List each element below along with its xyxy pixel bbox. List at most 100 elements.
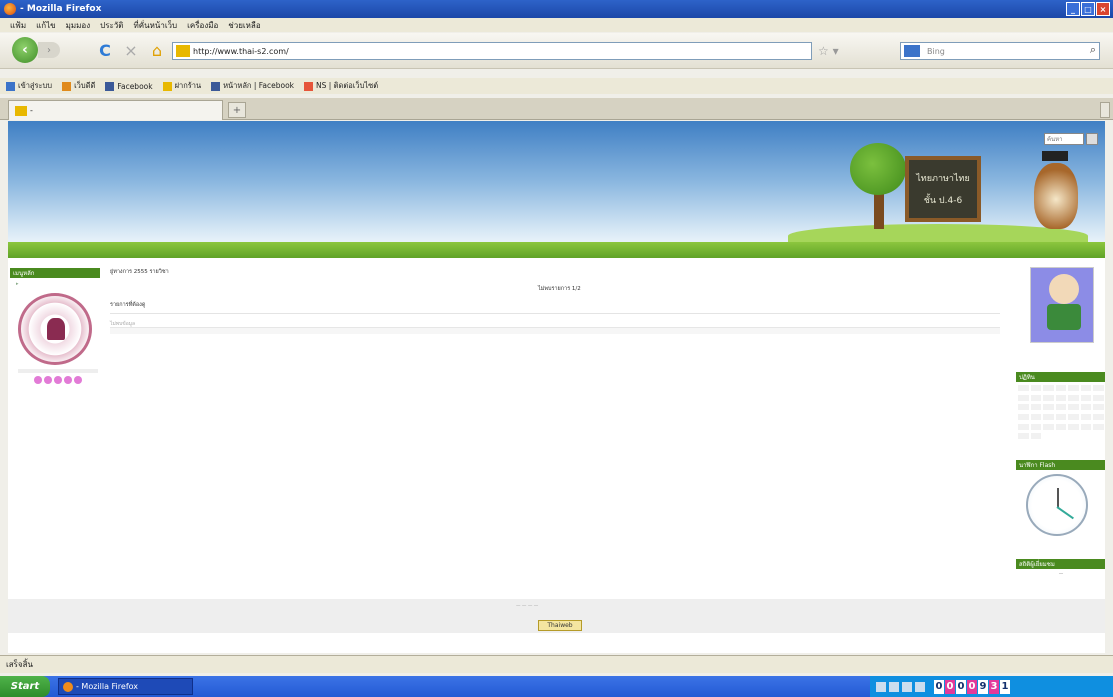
new-tab-button[interactable]: + bbox=[228, 102, 246, 118]
bookmark-item[interactable]: หน้าหลัก | Facebook bbox=[211, 80, 294, 92]
status-bar: เสร็จสิ้น bbox=[0, 655, 1113, 673]
firefox-icon bbox=[63, 681, 73, 692]
menu-view[interactable]: มุมมอง bbox=[66, 19, 91, 32]
bookmarks-toolbar: เข้าสู่ระบบ เว็บดีดี Facebook ฝากร้าน หน… bbox=[0, 78, 1113, 94]
seal-caption bbox=[18, 369, 98, 373]
analog-clock bbox=[1026, 474, 1088, 536]
board-line2: ชั้น ป.4-6 bbox=[923, 196, 963, 206]
menu-file[interactable]: แฟ้ม bbox=[10, 19, 26, 32]
content-divider bbox=[110, 313, 1000, 314]
menu-history[interactable]: ประวัติ bbox=[100, 19, 123, 32]
site-favicon bbox=[176, 45, 190, 57]
school-seal-logo bbox=[18, 293, 92, 365]
clock-digit: 0 bbox=[967, 679, 977, 694]
tree-illustration bbox=[850, 143, 906, 229]
status-text: เสร็จสิ้น bbox=[6, 660, 33, 669]
home-icon[interactable]: ⌂ bbox=[148, 41, 166, 60]
footer-badge[interactable]: Thaiweb bbox=[538, 620, 582, 631]
menu-edit[interactable]: แก้ไข bbox=[36, 19, 56, 32]
reload-icon[interactable]: C bbox=[96, 41, 114, 60]
minimize-button[interactable]: _ bbox=[1066, 2, 1080, 16]
url-text: http://www.thai-s2.com/ bbox=[193, 46, 289, 56]
tab-strip: - + bbox=[0, 98, 1113, 120]
facebook-icon bbox=[105, 81, 115, 91]
clock-digit: 9 bbox=[978, 679, 988, 694]
taskbar-firefox-window[interactable]: - Mozilla Firefox bbox=[58, 678, 193, 695]
visitor-counter-header: สถิติผู้เยี่ยมชม bbox=[1016, 559, 1105, 569]
page-footer: — — — — Thaiweb bbox=[8, 599, 1105, 633]
back-button[interactable]: ‹ bbox=[12, 37, 38, 63]
tray-icon[interactable] bbox=[902, 681, 912, 692]
tab-scroll-button[interactable] bbox=[1100, 102, 1110, 118]
window-titlebar: - Mozilla Firefox _ □ × bbox=[0, 0, 1113, 18]
bookmark-star-icon[interactable]: ☆ ▾ bbox=[818, 44, 839, 58]
firefox-icon bbox=[4, 3, 16, 15]
content-notice: ไม่พบรายการ 1/2 bbox=[538, 286, 581, 292]
avatar-caption bbox=[1024, 346, 1102, 354]
tray-icon[interactable] bbox=[889, 681, 899, 692]
clock-minute-hand bbox=[1056, 506, 1074, 520]
owl-illustration bbox=[1026, 151, 1086, 233]
window-title: - Mozilla Firefox bbox=[20, 4, 102, 14]
banner-grass bbox=[8, 242, 1105, 258]
bookmark-item[interactable]: NS | ติดต่อเว็บไซต์ bbox=[304, 80, 378, 92]
clock-header: นาฬิกา Flash bbox=[1016, 460, 1105, 470]
clock-digit: 0 bbox=[934, 679, 944, 694]
search-bar[interactable]: Bing ⌕ bbox=[900, 42, 1100, 60]
bookmark-item[interactable]: Facebook bbox=[105, 81, 153, 91]
clock-digit: 3 bbox=[989, 679, 999, 694]
menu-bookmarks[interactable]: ที่คั่นหน้าเว็บ bbox=[133, 19, 177, 32]
navigation-toolbar: ‹ › C × ⌂ http://www.thai-s2.com/ ☆ ▾ Bi… bbox=[0, 33, 1113, 69]
clock-digit: 0 bbox=[945, 679, 955, 694]
system-tray: 0 0 0 0 9 3 1 bbox=[870, 676, 1113, 697]
site-search-button[interactable] bbox=[1086, 133, 1098, 145]
left-menu-link[interactable]: ▸ bbox=[16, 281, 96, 287]
tray-icon[interactable] bbox=[876, 681, 886, 692]
left-menu-header: เมนูหลัก bbox=[10, 268, 100, 278]
bookmark-icon bbox=[162, 81, 172, 91]
clock-digit: 0 bbox=[956, 679, 966, 694]
tab-favicon bbox=[15, 105, 27, 116]
menu-help[interactable]: ช่วยเหลือ bbox=[228, 19, 260, 32]
bookmark-item[interactable]: เข้าสู่ระบบ bbox=[6, 80, 52, 92]
search-engine-icon[interactable] bbox=[904, 45, 920, 57]
page-viewport: ไทยภาษาไทย ชั้น ป.4-6 ค้นหา เมนูหลัก ▸ ย… bbox=[8, 121, 1105, 653]
chalkboard-illustration: ไทยภาษาไทย ชั้น ป.4-6 bbox=[905, 156, 981, 222]
content-heading: ยู่ทางการ 2555 รายวิชา bbox=[110, 269, 169, 275]
maximize-button[interactable]: □ bbox=[1081, 2, 1095, 16]
forward-button[interactable]: › bbox=[38, 42, 60, 58]
menu-tools[interactable]: เครื่องมือ bbox=[187, 19, 218, 32]
search-placeholder: Bing bbox=[927, 46, 945, 56]
bookmark-icon bbox=[304, 81, 314, 91]
visitor-counter-text: — bbox=[1058, 572, 1064, 577]
tray-icon[interactable] bbox=[915, 681, 925, 692]
calendar-header: ปฏิทิน bbox=[1016, 372, 1105, 382]
site-banner: ไทยภาษาไทย ชั้น ป.4-6 ค้นหา bbox=[8, 121, 1105, 258]
start-button[interactable]: Start bbox=[0, 676, 50, 697]
clock-digit: 1 bbox=[1000, 679, 1010, 694]
calendar-grid bbox=[1018, 385, 1104, 441]
bookmark-item[interactable]: ฝากร้าน bbox=[162, 80, 201, 92]
content-subheading: รายการที่ต้องดู bbox=[110, 302, 146, 308]
tab-label: - bbox=[30, 106, 33, 115]
url-bar[interactable]: http://www.thai-s2.com/ bbox=[172, 42, 812, 60]
facebook-icon bbox=[211, 81, 221, 91]
close-button[interactable]: × bbox=[1096, 2, 1110, 16]
stop-icon[interactable]: × bbox=[122, 41, 140, 60]
rating-dots bbox=[34, 376, 82, 384]
menu-bar: แฟ้ม แก้ไข มุมมอง ประวัติ ที่คั่นหน้าเว็… bbox=[0, 18, 1113, 32]
bookmark-icon bbox=[6, 81, 15, 91]
search-icon[interactable]: ⌕ bbox=[1090, 43, 1096, 57]
site-search-input[interactable]: ค้นหา bbox=[1044, 133, 1084, 145]
taskbar-task-label: - Mozilla Firefox bbox=[76, 682, 139, 691]
windows-taskbar: Start - Mozilla Firefox 0 0 0 0 9 3 1 bbox=[0, 676, 1113, 697]
avatar-image bbox=[1030, 267, 1094, 343]
bookmark-item[interactable]: เว็บดีดี bbox=[62, 80, 95, 92]
content-pager-bar bbox=[110, 327, 1000, 334]
board-line1: ไทยภาษาไทย bbox=[916, 174, 970, 184]
tray-digit-clock: 0 0 0 0 9 3 1 bbox=[934, 679, 1010, 694]
bookmark-icon bbox=[62, 81, 72, 91]
tab-current[interactable]: - bbox=[8, 100, 223, 120]
window-controls: _ □ × bbox=[1066, 2, 1110, 16]
footer-credit: — — — — bbox=[516, 604, 539, 609]
